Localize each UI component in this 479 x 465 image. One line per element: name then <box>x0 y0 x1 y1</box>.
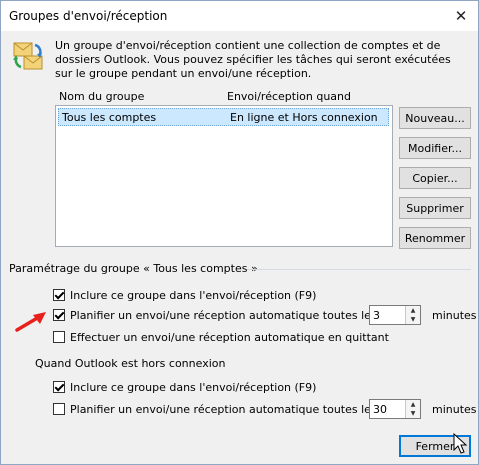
checkbox-label: Inclure ce groupe dans l'envoi/réception… <box>70 380 317 394</box>
offline-schedule-checkbox[interactable]: Planifier un envoi/une réception automat… <box>53 401 377 417</box>
online-on-exit-checkbox[interactable]: Effectuer un envoi/une réception automat… <box>53 329 389 345</box>
spin-up-icon[interactable]: ▲ <box>406 306 420 315</box>
title-bar: Groupes d'envoi/réception ✕ <box>1 1 478 31</box>
new-button[interactable]: Nouveau... <box>399 107 471 129</box>
dialog-description: Un groupe d'envoi/réception contient une… <box>55 39 451 80</box>
copy-button[interactable]: Copier... <box>399 167 471 189</box>
window-title: Groupes d'envoi/réception <box>9 9 168 23</box>
offline-minutes-spinner[interactable]: ▲ ▼ <box>369 399 421 419</box>
list-item[interactable]: Tous les comptes En ligne et Hors connex… <box>58 108 389 126</box>
checkbox-label: Planifier un envoi/une réception automat… <box>70 308 377 322</box>
red-arrow-icon <box>15 312 46 332</box>
online-include-checkbox[interactable]: Inclure ce groupe dans l'envoi/réception… <box>53 287 316 303</box>
checkbox-label: Planifier un envoi/une réception automat… <box>70 402 377 416</box>
checkbox-box[interactable] <box>53 289 65 301</box>
column-header-name: Nom du groupe <box>59 90 145 103</box>
checkbox-box[interactable] <box>53 309 65 321</box>
divider <box>247 269 471 270</box>
rename-button[interactable]: Renommer <box>399 227 471 249</box>
online-minutes-spinner[interactable]: ▲ ▼ <box>369 305 421 325</box>
group-when: En ligne et Hors connexion <box>230 111 378 124</box>
column-header-when: Envoi/réception quand <box>227 90 351 103</box>
checkbox-box[interactable] <box>53 403 65 415</box>
offline-section-label: Quand Outlook est hors connexion <box>35 357 226 370</box>
offline-include-checkbox[interactable]: Inclure ce groupe dans l'envoi/réception… <box>53 379 316 395</box>
send-receive-groups-dialog: Groupes d'envoi/réception ✕ Un groupe d'… <box>0 0 479 465</box>
checkbox-label: Inclure ce groupe dans l'envoi/réception… <box>70 288 317 302</box>
close-icon[interactable]: ✕ <box>444 1 478 31</box>
spin-down-icon[interactable]: ▼ <box>406 315 420 324</box>
checkbox-box[interactable] <box>53 331 65 343</box>
spin-down-icon[interactable]: ▼ <box>406 409 420 418</box>
mouse-cursor-icon <box>453 433 468 454</box>
checkbox-box[interactable] <box>53 381 65 393</box>
list-header: Nom du groupe Envoi/réception quand <box>55 90 391 104</box>
modify-button[interactable]: Modifier... <box>399 137 471 159</box>
online-schedule-checkbox[interactable]: Planifier un envoi/une réception automat… <box>53 307 377 323</box>
online-minutes-unit: minutes <box>432 309 477 322</box>
checkbox-label: Effectuer un envoi/une réception automat… <box>70 330 389 344</box>
group-list[interactable]: Tous les comptes En ligne et Hors connex… <box>55 105 393 247</box>
spin-up-icon[interactable]: ▲ <box>406 400 420 409</box>
offline-minutes-unit: minutes <box>432 403 477 416</box>
send-receive-icon <box>13 42 43 70</box>
group-name: Tous les comptes <box>62 111 157 124</box>
delete-button[interactable]: Supprimer <box>399 197 471 219</box>
online-section-label: Paramétrage du groupe « Tous les comptes… <box>9 262 258 275</box>
